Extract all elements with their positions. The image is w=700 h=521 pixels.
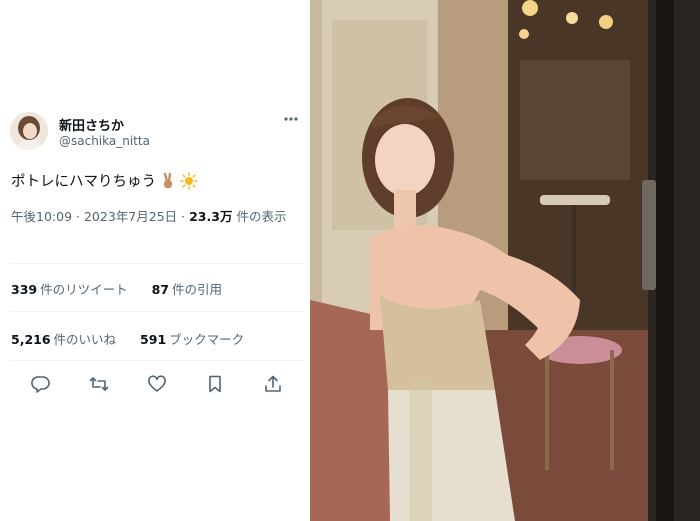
divider: [10, 311, 305, 312]
tweet-header: 新田さちか @sachika_nitta: [10, 112, 305, 152]
quotes-stat[interactable]: 87 件の引用: [152, 279, 222, 298]
views-count: 23.3万: [189, 209, 233, 224]
retweets-label: 件のリツイート: [40, 282, 128, 297]
display-name[interactable]: 新田さちか: [59, 115, 124, 134]
tweet-time[interactable]: 午後10:09: [11, 209, 72, 224]
tweet-card: 新田さちか @sachika_nitta ポトレにハマりちゅう 午後10:09 …: [0, 0, 310, 521]
divider: [10, 360, 305, 361]
avatar[interactable]: [10, 112, 48, 150]
stats-row-shares: 339 件のリツイート 87 件の引用: [11, 279, 306, 298]
likes-label: 件のいいね: [53, 332, 117, 347]
meta-separator: ·: [76, 209, 80, 224]
bookmarks-count: 591: [140, 332, 167, 347]
tweet-text: ポトレにハマりちゅう: [11, 170, 301, 191]
stats-row-likes: 5,216 件のいいね 591 ブックマーク: [11, 329, 306, 348]
bookmarks-label: ブックマーク: [169, 332, 245, 347]
views-label: 件の表示: [236, 209, 287, 224]
tweet-date[interactable]: 2023年7月25日: [84, 209, 177, 224]
more-icon: [284, 117, 298, 121]
photo-image: [310, 0, 700, 521]
tweet-meta: 午後10:09 · 2023年7月25日 · 23.3万 件の表示: [11, 206, 306, 228]
meta-separator: ·: [181, 209, 186, 224]
share-button[interactable]: [261, 372, 285, 396]
more-options-button[interactable]: [281, 114, 301, 130]
share-icon: [265, 375, 281, 392]
bookmarks-stat[interactable]: 591 ブックマーク: [140, 329, 244, 348]
action-bar: [10, 372, 305, 396]
bookmark-icon: [209, 375, 221, 393]
likes-count: 5,216: [11, 332, 51, 347]
like-icon: [148, 375, 166, 392]
bookmark-button[interactable]: [203, 372, 227, 396]
retweets-count: 339: [11, 282, 38, 297]
reply-icon: [31, 376, 50, 393]
tweet-photo[interactable]: [310, 0, 700, 521]
quotes-label: 件の引用: [172, 282, 223, 297]
victory-hand-icon: [159, 172, 177, 190]
tweet-body: ポトレにハマりちゅう: [11, 174, 156, 190]
retweet-icon: [89, 377, 109, 391]
retweet-button[interactable]: [87, 372, 111, 396]
reply-button[interactable]: [29, 372, 53, 396]
quotes-count: 87: [151, 282, 169, 297]
likes-stat[interactable]: 5,216 件のいいね: [11, 329, 116, 348]
avatar-image: [10, 112, 48, 150]
sun-icon: [180, 171, 198, 190]
retweets-stat[interactable]: 339 件のリツイート: [11, 279, 128, 298]
divider: [10, 263, 305, 264]
user-handle[interactable]: @sachika_nitta: [59, 134, 150, 148]
like-button[interactable]: [145, 372, 169, 396]
